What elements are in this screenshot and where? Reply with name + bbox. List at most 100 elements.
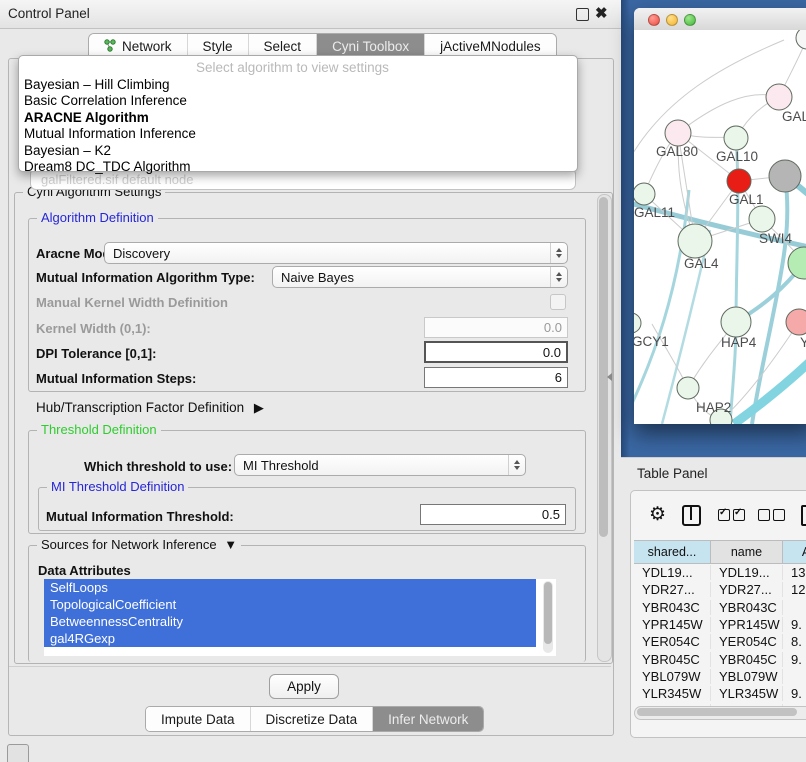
table-cell: 13: [783, 565, 806, 580]
node-label: GCY1: [634, 334, 669, 349]
table-row[interactable]: YBR045CYBR045C9.: [634, 650, 806, 667]
network-node[interactable]: [769, 160, 801, 192]
table-cell: YDR27...: [711, 582, 783, 597]
mi-threshold-label: Mutual Information Threshold:: [46, 509, 234, 524]
close-window-icon[interactable]: [648, 14, 660, 26]
network-node-y[interactable]: [786, 309, 806, 335]
aracne-mode-combobox[interactable]: Discovery: [104, 242, 568, 264]
attribute-table[interactable]: shared...nameA YDL19...YDL19...13YDR27..…: [634, 540, 806, 708]
attribute-list-item[interactable]: BetweennessCentrality: [44, 613, 536, 630]
zoom-window-icon[interactable]: [684, 14, 696, 26]
tab-discretize-data[interactable]: Discretize Data: [251, 707, 374, 731]
table-cell: 12: [783, 582, 806, 597]
network-node-swi4[interactable]: [788, 247, 806, 279]
network-window[interactable]: GALGAL80GAL10GAL1GAL11SWI4GAL4GCY1HAP4YH…: [634, 8, 806, 424]
table-cell: YLR345W: [711, 686, 783, 701]
algorithm-dropdown-items: Bayesian – Hill ClimbingBasic Correlatio…: [19, 77, 577, 175]
table-cell: YER054C: [711, 634, 783, 649]
close-panel-icon[interactable]: ✖: [595, 4, 608, 22]
attribute-list-item[interactable]: gal4RGexp: [44, 630, 536, 647]
tab-impute-data[interactable]: Impute Data: [146, 707, 251, 731]
tab-label: Style: [203, 39, 233, 54]
control-panel-titlebar: [0, 0, 621, 29]
new-table-icon[interactable]: [801, 505, 806, 526]
select-all-checkboxes-icon[interactable]: [718, 509, 745, 521]
tab-label: Cyni Toolbox: [332, 39, 409, 54]
which-threshold-label: Which threshold to use:: [84, 459, 232, 474]
column-header-A[interactable]: A: [783, 540, 806, 564]
column-header-shared[interactable]: shared...: [634, 540, 711, 564]
table-cell: YBL079W: [711, 669, 783, 684]
deselect-all-checkboxes-icon[interactable]: [758, 509, 785, 521]
table-row[interactable]: YLR345WYLR345W9.: [634, 685, 806, 702]
table-cell: 9.: [783, 686, 806, 701]
tab-label: Network: [122, 39, 172, 54]
apply-button[interactable]: Apply: [269, 674, 339, 699]
attribute-list-item[interactable]: SelfLoops: [44, 579, 536, 596]
table-row[interactable]: YDR27...YDR27...12: [634, 581, 806, 598]
network-graph: GALGAL80GAL10GAL1GAL11SWI4GAL4GCY1HAP4YH…: [634, 30, 806, 424]
tab-infer-network[interactable]: Infer Network: [373, 707, 483, 731]
table-row[interactable]: YDL19...YDL19...13: [634, 564, 806, 581]
table-cell: YDL19...: [634, 565, 711, 580]
splitter-collapse-icon[interactable]: [607, 373, 612, 381]
minimize-window-icon[interactable]: [666, 14, 678, 26]
mi-steps-field[interactable]: 6: [424, 367, 568, 388]
kernel-width-label: Kernel Width (0,1):: [36, 321, 151, 336]
dpi-tolerance-field[interactable]: 0.0: [424, 341, 568, 363]
network-canvas[interactable]: GALGAL80GAL10GAL1GAL11SWI4GAL4GCY1HAP4YH…: [634, 30, 806, 424]
minimized-panel-button[interactable]: [7, 744, 29, 762]
table-cell: YBR045C: [711, 652, 783, 667]
table-cell: YPR145W: [634, 617, 711, 632]
control-panel-title: Control Panel: [8, 6, 90, 21]
node-label: HAP2: [696, 400, 731, 415]
table-cell: YBR043C: [634, 600, 711, 615]
kernel-width-field: 0.0: [424, 317, 568, 338]
columns-icon[interactable]: [682, 505, 701, 526]
network-node[interactable]: [796, 30, 806, 49]
gear-icon[interactable]: ⚙: [649, 505, 666, 525]
mi-algorithm-type-label: Mutual Information Algorithm Type:: [36, 270, 255, 285]
table-cell: YBR043C: [711, 600, 783, 615]
table-row[interactable]: YBR043CYBR043C: [634, 599, 806, 616]
mi-algorithm-type-combobox[interactable]: Naive Bayes: [272, 266, 568, 288]
network-node-gal10[interactable]: [724, 126, 748, 150]
network-node-hap4[interactable]: [721, 307, 751, 337]
algorithm-option[interactable]: Mutual Information Inference: [19, 126, 577, 142]
table-cell: YDL19...: [711, 565, 783, 580]
algorithm-option[interactable]: Bayesian – K2: [19, 143, 577, 159]
network-node-hap2[interactable]: [677, 377, 699, 399]
float-panel-icon[interactable]: [576, 8, 589, 21]
network-node-gal11[interactable]: [634, 183, 655, 205]
table-row[interactable]: YBL079WYBL079W: [634, 668, 806, 685]
table-row[interactable]: YER054CYER054C8.: [634, 633, 806, 650]
algorithm-option[interactable]: ARACNE Algorithm: [19, 110, 577, 126]
column-header-name[interactable]: name: [711, 540, 783, 564]
network-node-gal4[interactable]: [678, 224, 712, 258]
algorithm-option[interactable]: Bayesian – Hill Climbing: [19, 77, 577, 93]
manual-kernel-width-checkbox[interactable]: [550, 294, 566, 310]
network-node-gcy1[interactable]: [634, 313, 641, 333]
table-horizontal-scrollbar[interactable]: [634, 706, 806, 720]
attribute-list-item[interactable]: TopologicalCoefficient: [44, 596, 536, 613]
algorithm-option[interactable]: Dream8 DC_TDC Algorithm: [19, 159, 577, 175]
network-node[interactable]: [727, 169, 751, 193]
table-cell: YPR145W: [711, 617, 783, 632]
network-node-gal1[interactable]: [749, 206, 775, 232]
table-row[interactable]: YPR145WYPR145W9.: [634, 616, 806, 633]
mi-threshold-field[interactable]: 0.5: [420, 504, 566, 525]
application-window: Control Panel ✖ NetworkStyleSelectCyni T…: [0, 0, 806, 762]
network-node-gal[interactable]: [766, 84, 792, 110]
hub-definition-toggle[interactable]: Hub/Transcription Factor Definition ▶: [36, 400, 264, 416]
node-label: GAL80: [656, 144, 698, 159]
algorithm-option[interactable]: Basic Correlation Inference: [19, 93, 577, 109]
collapsed-arrow-icon: ▶: [254, 400, 264, 415]
attributes-scrollbar[interactable]: [543, 581, 553, 653]
settings-scrollbar[interactable]: [597, 194, 612, 662]
network-node-gal80[interactable]: [665, 120, 691, 146]
tab-label: Impute Data: [161, 712, 235, 727]
data-attributes-list[interactable]: SelfLoopsTopologicalCoefficientBetweenne…: [44, 579, 556, 656]
table-cell: 8.: [783, 634, 806, 649]
table-cell: 9.: [783, 652, 806, 667]
which-threshold-combobox[interactable]: MI Threshold: [234, 454, 526, 476]
